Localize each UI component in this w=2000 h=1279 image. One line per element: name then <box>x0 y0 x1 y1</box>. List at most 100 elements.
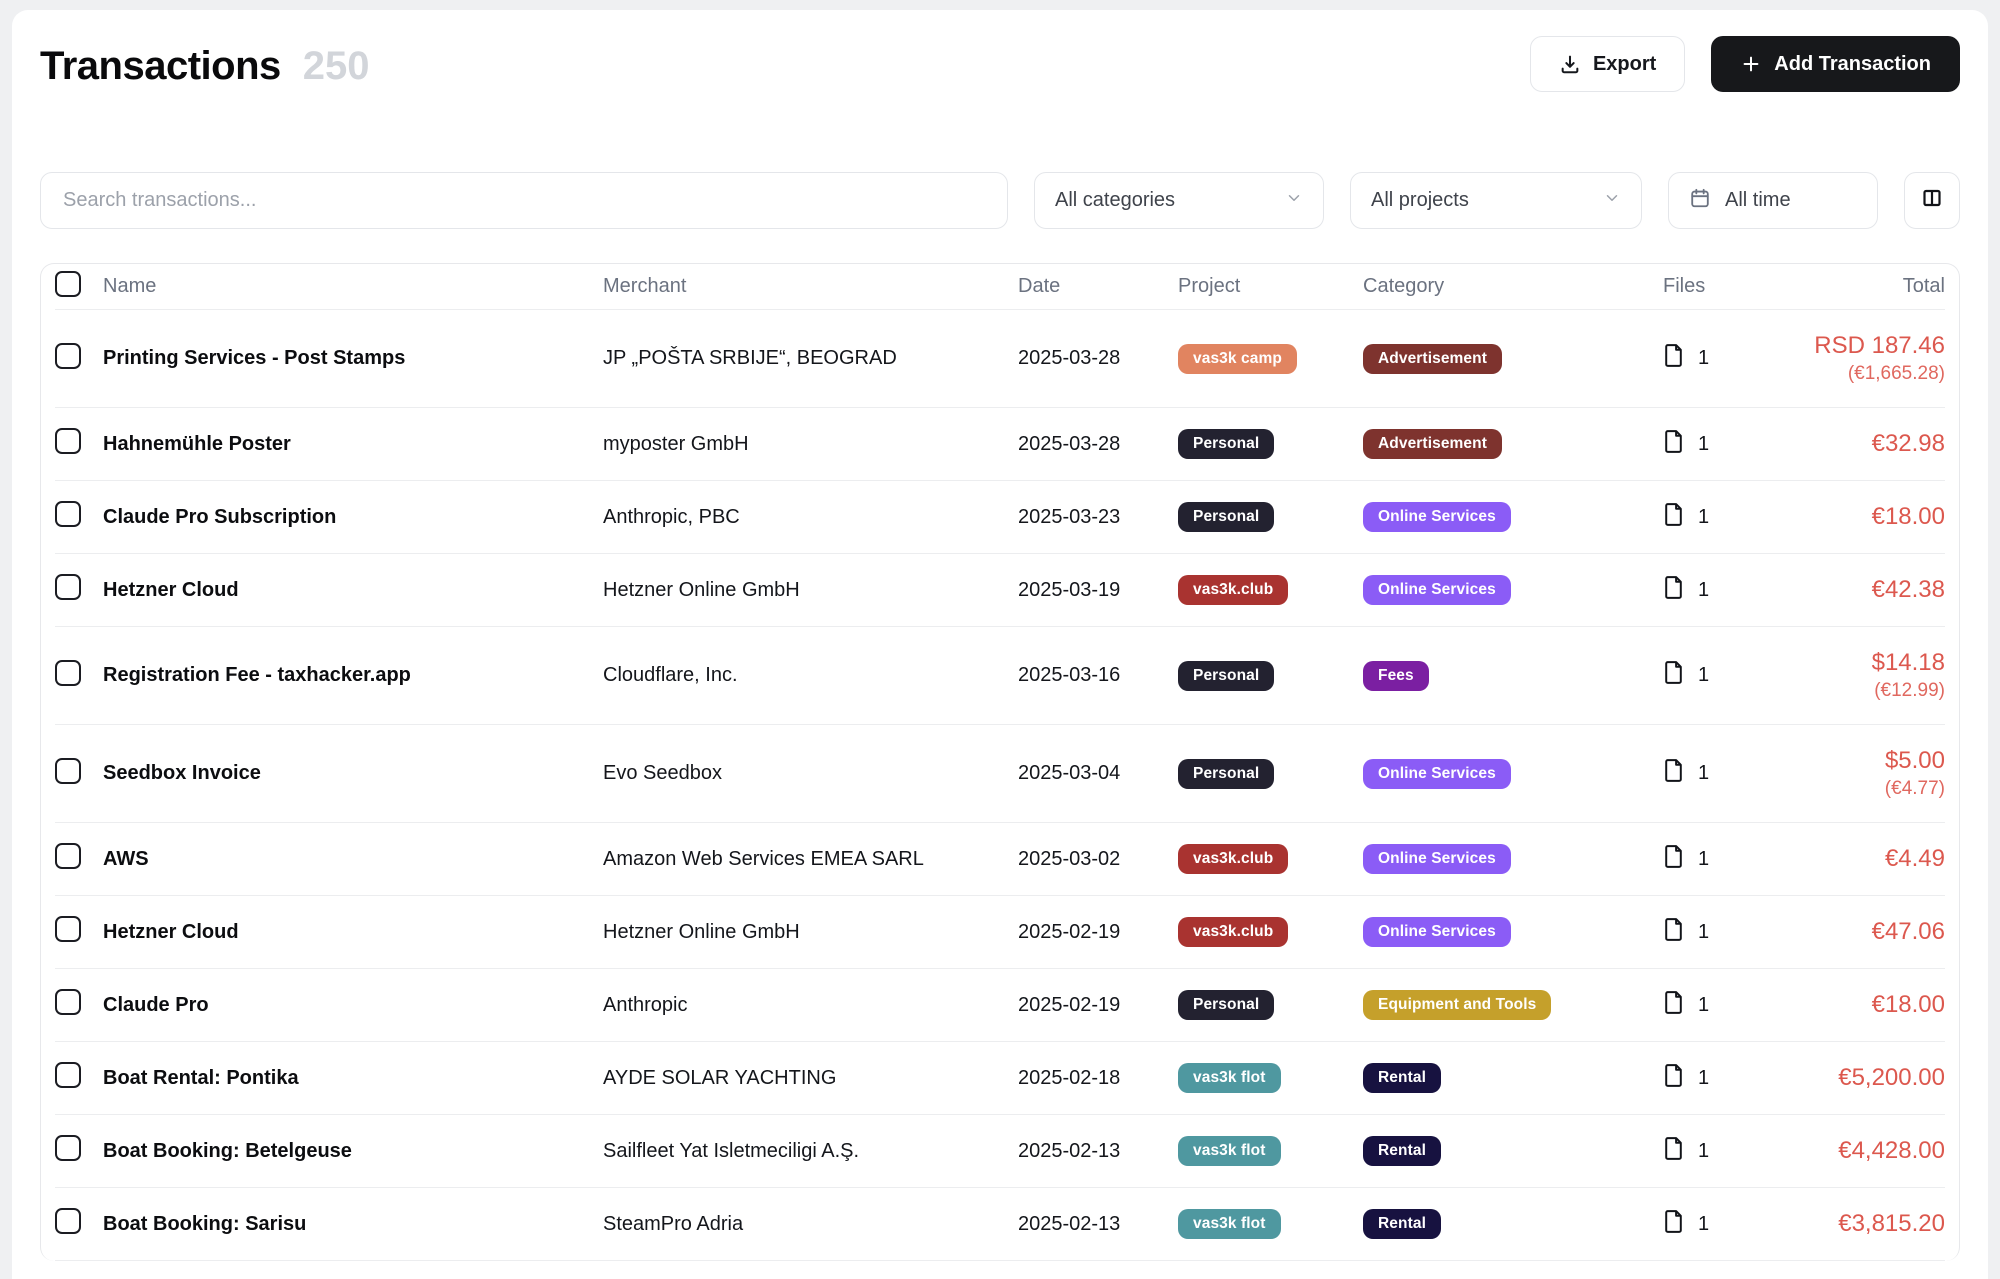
table-row[interactable]: Hetzner Cloud Hetzner Online GmbH 2025-0… <box>55 554 1945 627</box>
files-cell: 1 <box>1663 502 1788 533</box>
transaction-date: 2025-03-28 <box>1018 433 1178 456</box>
project-cell: vas3k.club <box>1178 917 1363 947</box>
download-icon <box>1559 53 1581 75</box>
project-badge[interactable]: vas3k flot <box>1178 1209 1281 1239</box>
column-header-name[interactable]: Name <box>103 275 603 298</box>
transaction-merchant: Hetzner Online GmbH <box>603 921 1018 944</box>
categories-filter[interactable]: All categories <box>1034 172 1324 229</box>
row-checkbox[interactable] <box>55 501 81 527</box>
total-amount: $14.18 <box>1788 649 1945 678</box>
category-badge[interactable]: Rental <box>1363 1063 1441 1093</box>
category-badge[interactable]: Online Services <box>1363 575 1511 605</box>
row-checkbox[interactable] <box>55 1135 81 1161</box>
export-button[interactable]: Export <box>1530 36 1685 92</box>
project-badge[interactable]: Personal <box>1178 661 1274 691</box>
total-amount: €42.38 <box>1788 576 1945 605</box>
add-transaction-button[interactable]: Add Transaction <box>1711 36 1960 92</box>
files-cell: 1 <box>1663 575 1788 606</box>
category-badge[interactable]: Advertisement <box>1363 344 1502 374</box>
transaction-merchant: myposter GmbH <box>603 433 1018 456</box>
row-checkbox[interactable] <box>55 574 81 600</box>
category-badge[interactable]: Online Services <box>1363 917 1511 947</box>
file-icon <box>1663 1209 1684 1240</box>
row-checkbox-cell <box>55 574 103 606</box>
row-checkbox[interactable] <box>55 660 81 686</box>
table-row[interactable]: Seedbox Invoice Evo Seedbox 2025-03-04 P… <box>55 725 1945 823</box>
column-header-date[interactable]: Date <box>1018 275 1178 298</box>
table-row[interactable]: Boat Booking: Betelgeuse Sailfleet Yat I… <box>55 1115 1945 1188</box>
table-row[interactable]: Printing Services - Post Stamps JP „POŠT… <box>55 310 1945 408</box>
project-badge[interactable]: vas3k camp <box>1178 344 1297 374</box>
date-range-filter[interactable]: All time <box>1668 172 1878 229</box>
column-header-total[interactable]: Total <box>1788 275 1945 298</box>
project-badge[interactable]: vas3k flot <box>1178 1136 1281 1166</box>
total-cell: €4.49 <box>1788 845 1945 874</box>
table-row[interactable]: Hetzner Cloud Hetzner Online GmbH 2025-0… <box>55 896 1945 969</box>
column-header-merchant[interactable]: Merchant <box>603 275 1018 298</box>
category-badge[interactable]: Online Services <box>1363 759 1511 789</box>
category-cell: Rental <box>1363 1063 1663 1093</box>
column-header-category[interactable]: Category <box>1363 275 1663 298</box>
table-row[interactable]: Registration Fee - taxhacker.app Cloudfl… <box>55 627 1945 725</box>
total-secondary: (€12.99) <box>1788 680 1945 702</box>
total-amount: €47.06 <box>1788 918 1945 947</box>
category-badge[interactable]: Online Services <box>1363 502 1511 532</box>
total-cell: €42.38 <box>1788 576 1945 605</box>
project-badge[interactable]: Personal <box>1178 759 1274 789</box>
transaction-date: 2025-03-19 <box>1018 579 1178 602</box>
transaction-merchant: Evo Seedbox <box>603 762 1018 785</box>
category-badge[interactable]: Fees <box>1363 661 1429 691</box>
row-checkbox[interactable] <box>55 989 81 1015</box>
table-row[interactable]: Boat Rental: Pontika AYDE SOLAR YACHTING… <box>55 1042 1945 1115</box>
table-row[interactable]: AWS Amazon Web Services EMEA SARL 2025-0… <box>55 823 1945 896</box>
row-checkbox-cell <box>55 989 103 1021</box>
category-badge[interactable]: Equipment and Tools <box>1363 990 1551 1020</box>
title-wrap: Transactions 250 <box>40 36 370 89</box>
category-cell: Fees <box>1363 661 1663 691</box>
table-row[interactable]: Hahnemühle Poster myposter GmbH 2025-03-… <box>55 408 1945 481</box>
project-badge[interactable]: vas3k.club <box>1178 575 1288 605</box>
category-cell: Rental <box>1363 1136 1663 1166</box>
column-header-files[interactable]: Files <box>1663 275 1788 298</box>
column-header-project[interactable]: Project <box>1178 275 1363 298</box>
transaction-name: Seedbox Invoice <box>103 762 603 785</box>
row-checkbox[interactable] <box>55 1208 81 1234</box>
row-checkbox[interactable] <box>55 916 81 942</box>
file-count: 1 <box>1698 848 1709 871</box>
transactions-page: Transactions 250 Export Add Transaction <box>12 10 1988 1279</box>
category-cell: Online Services <box>1363 759 1663 789</box>
category-badge[interactable]: Online Services <box>1363 844 1511 874</box>
row-checkbox[interactable] <box>55 843 81 869</box>
table-row[interactable]: Boat Booking: Sarisu SteamPro Adria 2025… <box>55 1188 1945 1261</box>
toggle-columns-button[interactable] <box>1904 172 1960 229</box>
chevron-down-icon <box>1285 189 1303 213</box>
row-checkbox[interactable] <box>55 1062 81 1088</box>
transaction-merchant: Sailfleet Yat Isletmeciligi A.Ş. <box>603 1140 1018 1163</box>
project-badge[interactable]: vas3k.club <box>1178 917 1288 947</box>
projects-filter[interactable]: All projects <box>1350 172 1642 229</box>
row-checkbox-cell <box>55 1135 103 1167</box>
row-checkbox-cell <box>55 916 103 948</box>
transaction-date: 2025-02-13 <box>1018 1140 1178 1163</box>
project-cell: vas3k.club <box>1178 844 1363 874</box>
table-row[interactable]: Claude Pro Subscription Anthropic, PBC 2… <box>55 481 1945 554</box>
project-badge[interactable]: Personal <box>1178 990 1274 1020</box>
project-badge[interactable]: Personal <box>1178 502 1274 532</box>
category-badge[interactable]: Advertisement <box>1363 429 1502 459</box>
project-badge[interactable]: Personal <box>1178 429 1274 459</box>
transaction-merchant: Hetzner Online GmbH <box>603 579 1018 602</box>
project-badge[interactable]: vas3k flot <box>1178 1063 1281 1093</box>
row-checkbox[interactable] <box>55 428 81 454</box>
project-cell: vas3k flot <box>1178 1063 1363 1093</box>
transaction-name: Boat Booking: Sarisu <box>103 1213 603 1236</box>
category-badge[interactable]: Rental <box>1363 1136 1441 1166</box>
table-row[interactable]: Claude Pro Anthropic 2025-02-19 Personal… <box>55 969 1945 1042</box>
projects-filter-label: All projects <box>1371 189 1469 212</box>
project-badge[interactable]: vas3k.club <box>1178 844 1288 874</box>
row-checkbox[interactable] <box>55 758 81 784</box>
file-count: 1 <box>1698 1213 1709 1236</box>
category-badge[interactable]: Rental <box>1363 1209 1441 1239</box>
select-all-checkbox[interactable] <box>55 271 81 297</box>
row-checkbox[interactable] <box>55 343 81 369</box>
search-input[interactable] <box>40 172 1008 229</box>
